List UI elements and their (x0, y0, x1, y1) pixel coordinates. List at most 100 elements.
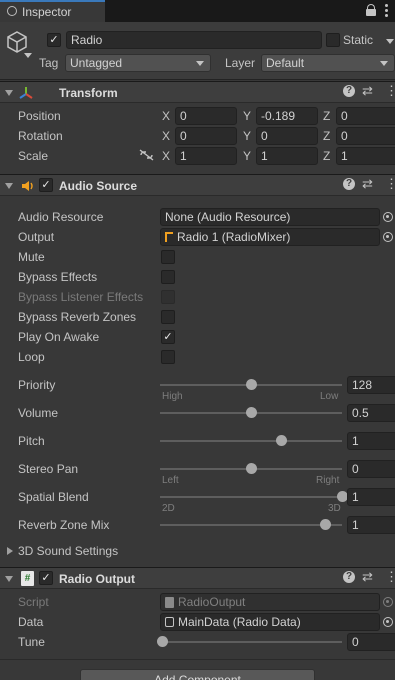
pitch-field[interactable]: 1 (347, 432, 395, 450)
bypass-reverb-zones-checkbox[interactable] (161, 310, 175, 324)
rotation-y-axis[interactable]: Y (243, 129, 251, 143)
position-x-field[interactable]: 0 (175, 107, 237, 125)
preset-icon[interactable]: ⇄ (362, 176, 373, 192)
window-tab-bar: Inspector (0, 0, 395, 22)
scale-z-field[interactable]: 1 (336, 147, 395, 165)
object-picker-icon[interactable] (383, 617, 393, 627)
pitch-label: Pitch (18, 434, 45, 448)
spatial-blend-min-hint: 2D (162, 503, 175, 514)
component-menu-icon[interactable]: ⋮ (385, 176, 395, 192)
info-icon (7, 6, 17, 16)
play-on-awake-checkbox[interactable]: ✓ (161, 330, 175, 344)
mute-checkbox[interactable] (161, 250, 175, 264)
preset-icon[interactable]: ⇄ (362, 569, 373, 585)
add-component-button[interactable]: Add Component (80, 669, 315, 680)
mixer-group-icon (165, 232, 173, 242)
mute-label: Mute (18, 250, 45, 264)
bypass-listener-effects-label: Bypass Listener Effects (18, 290, 144, 304)
spatial-blend-slider-knob[interactable] (336, 491, 348, 502)
audio-source-enabled-checkbox[interactable]: ✓ (39, 178, 53, 192)
volume-label: Volume (18, 406, 59, 420)
scriptable-object-icon (165, 617, 174, 627)
gameobject-name-field[interactable]: Radio (66, 31, 322, 49)
radio-output-header[interactable]: # ✓ Radio Output ? ⇄ ⋮ (0, 567, 395, 589)
inspector-tab[interactable]: Inspector (0, 0, 105, 22)
volume-slider-knob[interactable] (245, 407, 257, 418)
transform-header[interactable]: Transform ? ⇄ ⋮ (0, 81, 395, 103)
spatial-blend-slider-track[interactable] (160, 496, 342, 498)
constrain-proportions-icon[interactable] (139, 149, 154, 161)
help-icon[interactable]: ? (343, 178, 355, 190)
object-picker-icon[interactable] (383, 232, 393, 242)
tune-slider-knob[interactable] (156, 636, 168, 647)
position-y-field[interactable]: -0.189 (256, 107, 318, 125)
lock-icon[interactable] (366, 4, 376, 16)
priority-field[interactable]: 128 (347, 376, 395, 394)
data-field[interactable]: MainData (Radio Data) (160, 613, 380, 631)
scale-z-axis[interactable]: Z (323, 149, 330, 163)
spatial-blend-label: Spatial Blend (18, 490, 89, 504)
speaker-icon (22, 181, 33, 191)
static-checkbox[interactable] (326, 33, 340, 47)
audio-resource-field[interactable]: None (Audio Resource) (160, 208, 380, 226)
radio-output-title: Radio Output (59, 572, 135, 586)
preset-icon[interactable]: ⇄ (362, 83, 373, 99)
pitch-slider-track[interactable] (160, 440, 342, 442)
foldout-arrow-icon[interactable] (5, 576, 13, 582)
output-field[interactable]: Radio 1 (RadioMixer) (160, 228, 380, 246)
rotation-x-field[interactable]: 0 (175, 127, 237, 145)
reverb-zone-mix-slider-track[interactable] (160, 524, 342, 526)
tune-slider-track[interactable] (162, 641, 342, 643)
loop-checkbox[interactable] (161, 350, 175, 364)
gameobject-cube-icon[interactable] (5, 30, 29, 54)
kebab-menu-icon[interactable] (385, 4, 389, 18)
rotation-y-field[interactable]: 0 (256, 127, 318, 145)
scale-x-axis[interactable]: X (162, 149, 170, 163)
tune-field[interactable]: 0 (347, 633, 395, 651)
data-label: Data (18, 615, 44, 629)
gameobject-active-checkbox[interactable]: ✓ (47, 33, 61, 47)
script-asset-icon (165, 597, 174, 608)
3d-sound-settings-foldout[interactable]: 3D Sound Settings (18, 544, 118, 558)
foldout-arrow-icon[interactable] (7, 547, 13, 555)
audio-source-header[interactable]: ✓ Audio Source ? ⇄ ⋮ (0, 174, 395, 196)
static-dropdown-arrow[interactable] (386, 39, 394, 44)
help-icon[interactable]: ? (343, 571, 355, 583)
script-field: RadioOutput (160, 593, 380, 611)
rotation-z-field[interactable]: 0 (336, 127, 395, 145)
scale-y-axis[interactable]: Y (243, 149, 251, 163)
foldout-arrow-icon[interactable] (5, 90, 13, 96)
radio-output-enabled-checkbox[interactable]: ✓ (39, 571, 53, 585)
rotation-x-axis[interactable]: X (162, 129, 170, 143)
component-menu-icon[interactable]: ⋮ (385, 83, 395, 99)
layer-dropdown[interactable]: Default (261, 54, 395, 72)
volume-field[interactable]: 0.5 (347, 404, 395, 422)
script-label: Script (18, 595, 49, 609)
stereo-pan-field[interactable]: 0 (347, 460, 395, 478)
priority-slider-knob[interactable] (245, 379, 257, 390)
foldout-arrow-icon[interactable] (5, 183, 13, 189)
scale-y-field[interactable]: 1 (256, 147, 318, 165)
position-y-axis[interactable]: Y (243, 109, 251, 123)
stereo-pan-slider-knob[interactable] (245, 463, 257, 474)
scale-x-field[interactable]: 1 (175, 147, 237, 165)
bypass-listener-effects-checkbox[interactable] (161, 290, 175, 304)
position-z-axis[interactable]: Z (323, 109, 330, 123)
data-value: MainData (Radio Data) (178, 615, 301, 629)
reverb-zone-mix-slider-knob[interactable] (319, 519, 331, 530)
pitch-slider-knob[interactable] (275, 435, 287, 446)
position-x-axis[interactable]: X (162, 109, 170, 123)
priority-max-hint: Low (320, 391, 339, 402)
component-menu-icon[interactable]: ⋮ (385, 569, 395, 585)
rotation-z-axis[interactable]: Z (323, 129, 330, 143)
position-z-field[interactable]: 0 (336, 107, 395, 125)
reverb-zone-mix-field[interactable]: 1 (347, 516, 395, 534)
help-icon[interactable]: ? (343, 85, 355, 97)
tag-dropdown[interactable]: Untagged (65, 54, 211, 72)
bypass-effects-checkbox[interactable] (161, 270, 175, 284)
object-picker-icon[interactable] (383, 212, 393, 222)
spatial-blend-field[interactable]: 1 (347, 488, 395, 506)
reverb-zone-mix-label: Reverb Zone Mix (18, 518, 110, 532)
script-icon: # (21, 571, 34, 586)
icon-dropdown-arrow[interactable] (24, 53, 32, 58)
